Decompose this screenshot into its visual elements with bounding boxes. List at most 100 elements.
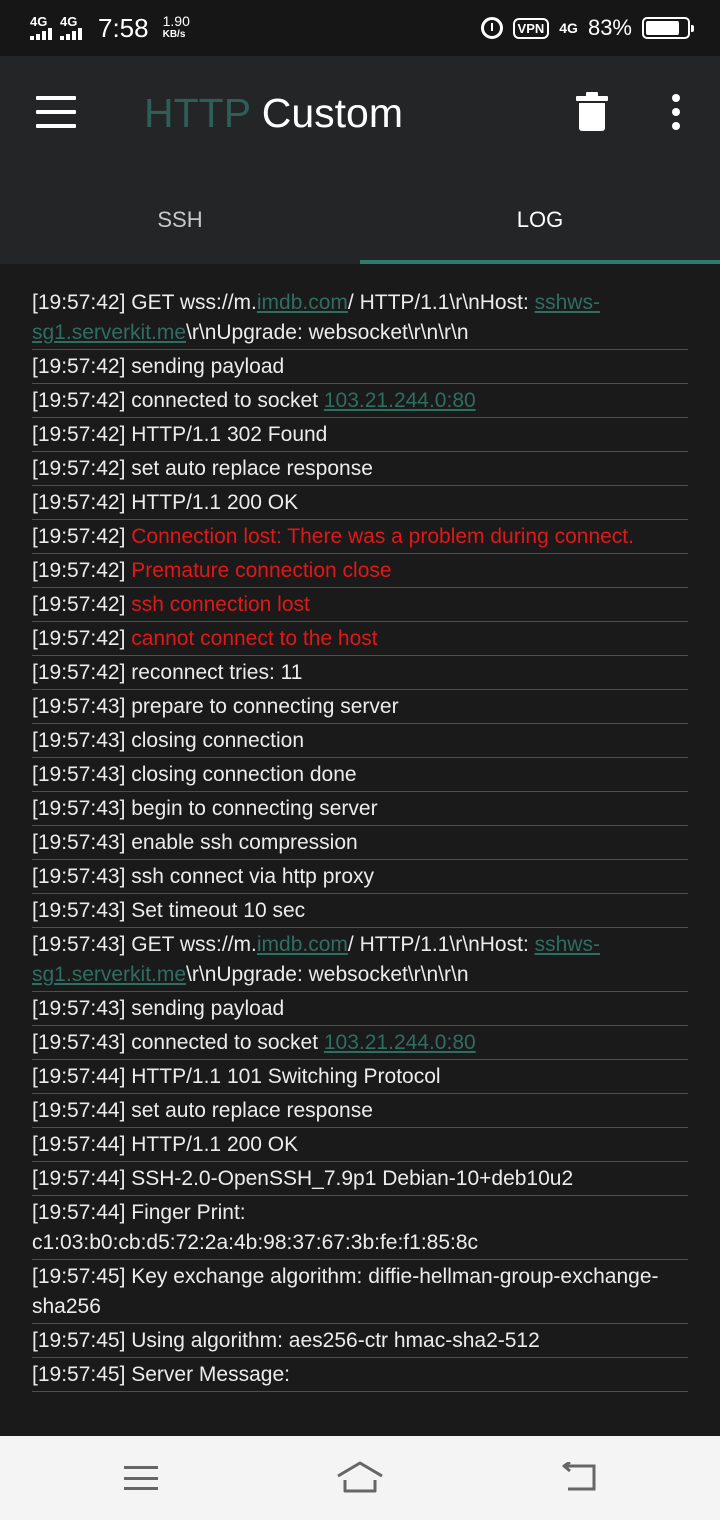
- log-entry: [19:57:43] Set timeout 10 sec: [32, 894, 688, 928]
- log-message: prepare to connecting server: [131, 695, 399, 718]
- log-timestamp: [19:57:42]: [32, 661, 132, 684]
- battery-percent: 83%: [587, 15, 632, 40]
- log-entry: [19:57:42] set auto replace response: [32, 452, 688, 486]
- log-timestamp: [19:57:42]: [32, 559, 132, 582]
- log-entry: [19:57:43] closing connection done: [32, 758, 688, 792]
- log-entry: [19:57:44] Finger Print: c1:03:b0:cb:d5:…: [32, 1196, 688, 1260]
- tab-ssh[interactable]: SSH: [0, 176, 360, 264]
- log-entry: [19:57:44] HTTP/1.1 101 Switching Protoc…: [32, 1060, 688, 1094]
- log-timestamp: [19:57:44]: [32, 1167, 132, 1190]
- log-message: ssh connection lost: [131, 593, 310, 616]
- log-message: sending payload: [131, 997, 285, 1020]
- log-timestamp: [19:57:42]: [32, 389, 132, 412]
- log-message: GET wss://m.: [131, 933, 257, 956]
- tab-log[interactable]: LOG: [360, 176, 720, 264]
- back-icon[interactable]: [560, 1462, 598, 1492]
- log-message: HTTP/1.1 200 OK: [131, 1133, 299, 1156]
- log-message: SSH-2.0-OpenSSH_7.9p1 Debian-10+deb10u2: [131, 1167, 574, 1190]
- log-timestamp: [19:57:43]: [32, 729, 132, 752]
- hamburger-menu-icon[interactable]: [36, 96, 76, 128]
- log-timestamp: [19:57:43]: [32, 865, 132, 888]
- log-message: set auto replace response: [131, 1099, 373, 1122]
- log-entry: [19:57:43] enable ssh compression: [32, 826, 688, 860]
- log-timestamp: [19:57:44]: [32, 1201, 132, 1224]
- sim1-label: 4G: [30, 14, 48, 29]
- log-entry: [19:57:42] cannot connect to the host: [32, 622, 688, 656]
- log-entry: [19:57:45] Key exchange algorithm: diffi…: [32, 1260, 688, 1324]
- log-entry: [19:57:43] begin to connecting server: [32, 792, 688, 826]
- log-link[interactable]: imdb.com: [257, 933, 348, 956]
- network-speed: 1.90 KB/s: [163, 14, 190, 42]
- sim2-label: 4G: [60, 14, 78, 29]
- log-entry: [19:57:44] SSH-2.0-OpenSSH_7.9p1 Debian-…: [32, 1162, 688, 1196]
- log-entry: [19:57:42] ssh connection lost: [32, 588, 688, 622]
- log-entry: [19:57:43] GET wss://m.imdb.com/ HTTP/1.…: [32, 928, 688, 992]
- log-message: closing connection: [131, 729, 305, 752]
- log-entry: [19:57:42] Premature connection close: [32, 554, 688, 588]
- log-entry: [19:57:42] reconnect tries: 11: [32, 656, 688, 690]
- status-bar: 4G 4G 7:58 1.90 KB/s VPN 4G 83%: [0, 0, 720, 56]
- app-title-http: HTTP: [144, 90, 251, 136]
- log-entry: [19:57:45] Using algorithm: aes256-ctr h…: [32, 1324, 688, 1358]
- log-timestamp: [19:57:45]: [32, 1329, 132, 1352]
- log-message: set auto replace response: [131, 457, 373, 480]
- log-timestamp: [19:57:44]: [32, 1099, 132, 1122]
- speed-value: 1.90: [162, 13, 190, 29]
- log-link[interactable]: imdb.com: [257, 291, 348, 314]
- log-entry: [19:57:42] sending payload: [32, 350, 688, 384]
- log-timestamp: [19:57:43]: [32, 933, 132, 956]
- log-timestamp: [19:57:43]: [32, 695, 132, 718]
- log-message: Set timeout 10 sec: [131, 899, 306, 922]
- trash-icon[interactable]: [576, 92, 608, 132]
- recent-apps-icon[interactable]: [124, 1466, 158, 1490]
- log-timestamp: [19:57:42]: [32, 291, 132, 314]
- home-icon[interactable]: [336, 1460, 384, 1494]
- log-timestamp: [19:57:44]: [32, 1065, 132, 1088]
- log-timestamp: [19:57:42]: [32, 627, 132, 650]
- log-timestamp: [19:57:43]: [32, 899, 132, 922]
- log-message: Premature connection close: [131, 559, 392, 582]
- log-timestamp: [19:57:42]: [32, 423, 132, 446]
- log-link[interactable]: 103.21.244.0:80: [324, 389, 476, 412]
- log-timestamp: [19:57:43]: [32, 797, 132, 820]
- sim1-signal-icon: 4G: [30, 14, 52, 40]
- log-message: \r\nUpgrade: websocket\r\n\r\n: [186, 321, 469, 344]
- log-timestamp: [19:57:42]: [32, 491, 132, 514]
- log-timestamp: [19:57:43]: [32, 831, 132, 854]
- log-entry: [19:57:45] Server Message:: [32, 1358, 688, 1392]
- log-entry: [19:57:43] closing connection: [32, 724, 688, 758]
- log-message: / HTTP/1.1\r\nHost:: [347, 291, 535, 314]
- log-entry: [19:57:42] connected to socket 103.21.24…: [32, 384, 688, 418]
- log-entry: [19:57:42] Connection lost: There was a …: [32, 520, 688, 554]
- log-timestamp: [19:57:43]: [32, 1031, 132, 1054]
- log-message: GET wss://m.: [131, 291, 257, 314]
- log-message: reconnect tries: 11: [131, 661, 303, 684]
- log-message: HTTP/1.1 101 Switching Protocol: [131, 1065, 441, 1088]
- log-link[interactable]: 103.21.244.0:80: [324, 1031, 476, 1054]
- log-timestamp: [19:57:45]: [32, 1363, 132, 1386]
- battery-fill: [646, 21, 680, 35]
- log-timestamp: [19:57:42]: [32, 457, 132, 480]
- log-timestamp: [19:57:43]: [32, 763, 132, 786]
- log-timestamp: [19:57:42]: [32, 593, 132, 616]
- log-message: closing connection done: [131, 763, 357, 786]
- log-message: connected to socket: [131, 389, 324, 412]
- log-message: connected to socket: [131, 1031, 324, 1054]
- log-entry: [19:57:43] prepare to connecting server: [32, 690, 688, 724]
- log-message: HTTP/1.1 302 Found: [131, 423, 328, 446]
- app-title: HTTP Custom: [144, 90, 403, 137]
- log-entry: [19:57:42] GET wss://m.imdb.com/ HTTP/1.…: [32, 286, 688, 350]
- status-right: VPN 4G 83%: [480, 15, 694, 41]
- app-title-custom: Custom: [261, 90, 403, 136]
- log-list[interactable]: [19:57:42] GET wss://m.imdb.com/ HTTP/1.…: [32, 286, 688, 1404]
- more-options-icon[interactable]: [670, 94, 682, 130]
- log-timestamp: [19:57:42]: [32, 525, 132, 548]
- log-message: Using algorithm: aes256-ctr hmac-sha2-51…: [131, 1329, 540, 1352]
- log-entry: [19:57:43] sending payload: [32, 992, 688, 1026]
- battery-icon: [642, 17, 694, 39]
- log-entry: [19:57:43] connected to socket 103.21.24…: [32, 1026, 688, 1060]
- vpn-badge: VPN: [512, 17, 550, 39]
- log-entry: [19:57:42] HTTP/1.1 302 Found: [32, 418, 688, 452]
- log-message: ssh connect via http proxy: [131, 865, 375, 888]
- log-entry: [19:57:43] ssh connect via http proxy: [32, 860, 688, 894]
